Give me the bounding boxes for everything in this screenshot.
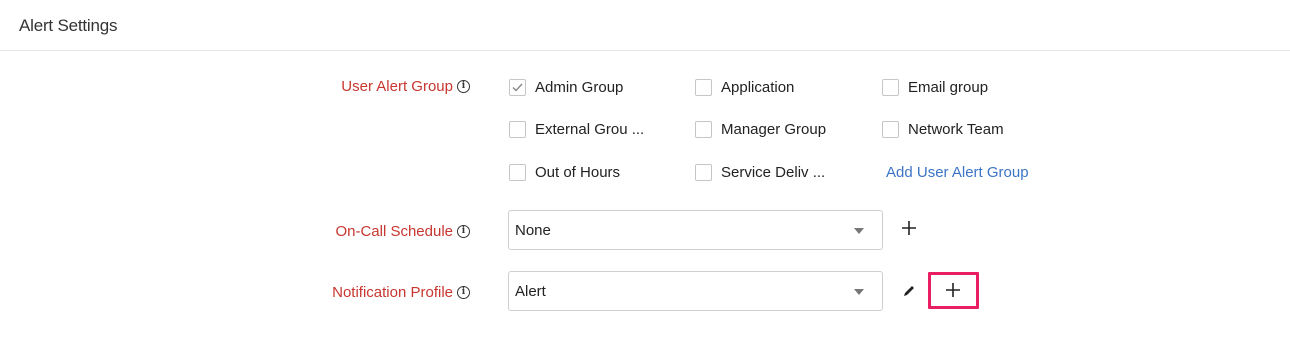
user-alert-group-label: User Alert Group i <box>341 78 470 95</box>
checkbox-label: Application <box>721 79 795 96</box>
checkbox-box[interactable] <box>695 121 712 138</box>
checkbox-box[interactable] <box>509 164 526 181</box>
on-call-schedule-label-text: On-Call Schedule <box>335 223 453 240</box>
notification-profile-select[interactable]: Alert <box>508 271 883 311</box>
checkbox-box[interactable] <box>509 121 526 138</box>
on-call-schedule-label: On-Call Schedule i <box>335 223 470 240</box>
notification-profile-label-text: Notification Profile <box>332 284 453 301</box>
notification-profile-value: Alert <box>515 282 546 300</box>
checkbox-external-group[interactable]: External Grou ... <box>509 121 644 138</box>
notification-profile-label: Notification Profile i <box>332 284 470 301</box>
info-icon[interactable]: i <box>457 286 470 299</box>
checkbox-out-of-hours[interactable]: Out of Hours <box>509 164 620 181</box>
add-on-call-schedule-button[interactable] <box>899 218 919 238</box>
checkbox-admin-group[interactable]: Admin Group <box>509 79 623 96</box>
checkbox-label: Manager Group <box>721 121 827 138</box>
caret-down-icon <box>854 289 864 295</box>
checkbox-label: Out of Hours <box>535 164 621 181</box>
section-title: Alert Settings <box>19 16 118 35</box>
checkbox-label: External Grou ... <box>535 121 645 138</box>
caret-down-icon <box>854 228 864 234</box>
section-header: Alert Settings <box>0 0 1290 51</box>
checkbox-box-checked[interactable] <box>509 79 526 96</box>
info-icon[interactable]: i <box>457 225 470 238</box>
checkmark-icon <box>512 83 523 92</box>
on-call-schedule-select[interactable]: None <box>508 210 883 250</box>
plus-icon <box>902 221 916 235</box>
checkbox-label: Admin Group <box>535 79 624 96</box>
info-icon[interactable]: i <box>457 80 470 93</box>
checkbox-network-team[interactable]: Network Team <box>882 121 1004 138</box>
add-notification-profile-button[interactable] <box>943 280 963 300</box>
add-user-alert-group-link[interactable]: Add User Alert Group <box>886 164 1029 181</box>
on-call-schedule-value: None <box>515 221 551 239</box>
checkbox-label: Email group <box>908 79 989 96</box>
pencil-icon <box>904 286 914 296</box>
checkbox-box[interactable] <box>695 79 712 96</box>
checkbox-box[interactable] <box>882 121 899 138</box>
checkbox-label: Network Team <box>908 121 1004 138</box>
checkbox-application[interactable]: Application <box>695 79 794 96</box>
edit-notification-profile-button[interactable] <box>900 282 918 300</box>
checkbox-service-delivery[interactable]: Service Deliv ... <box>695 164 825 181</box>
checkbox-box[interactable] <box>882 79 899 96</box>
checkbox-box[interactable] <box>695 164 712 181</box>
checkbox-manager-group[interactable]: Manager Group <box>695 121 826 138</box>
user-alert-group-label-text: User Alert Group <box>341 78 453 95</box>
checkbox-email-group[interactable]: Email group <box>882 79 988 96</box>
plus-icon <box>946 283 960 297</box>
checkbox-label: Service Deliv ... <box>721 164 826 181</box>
